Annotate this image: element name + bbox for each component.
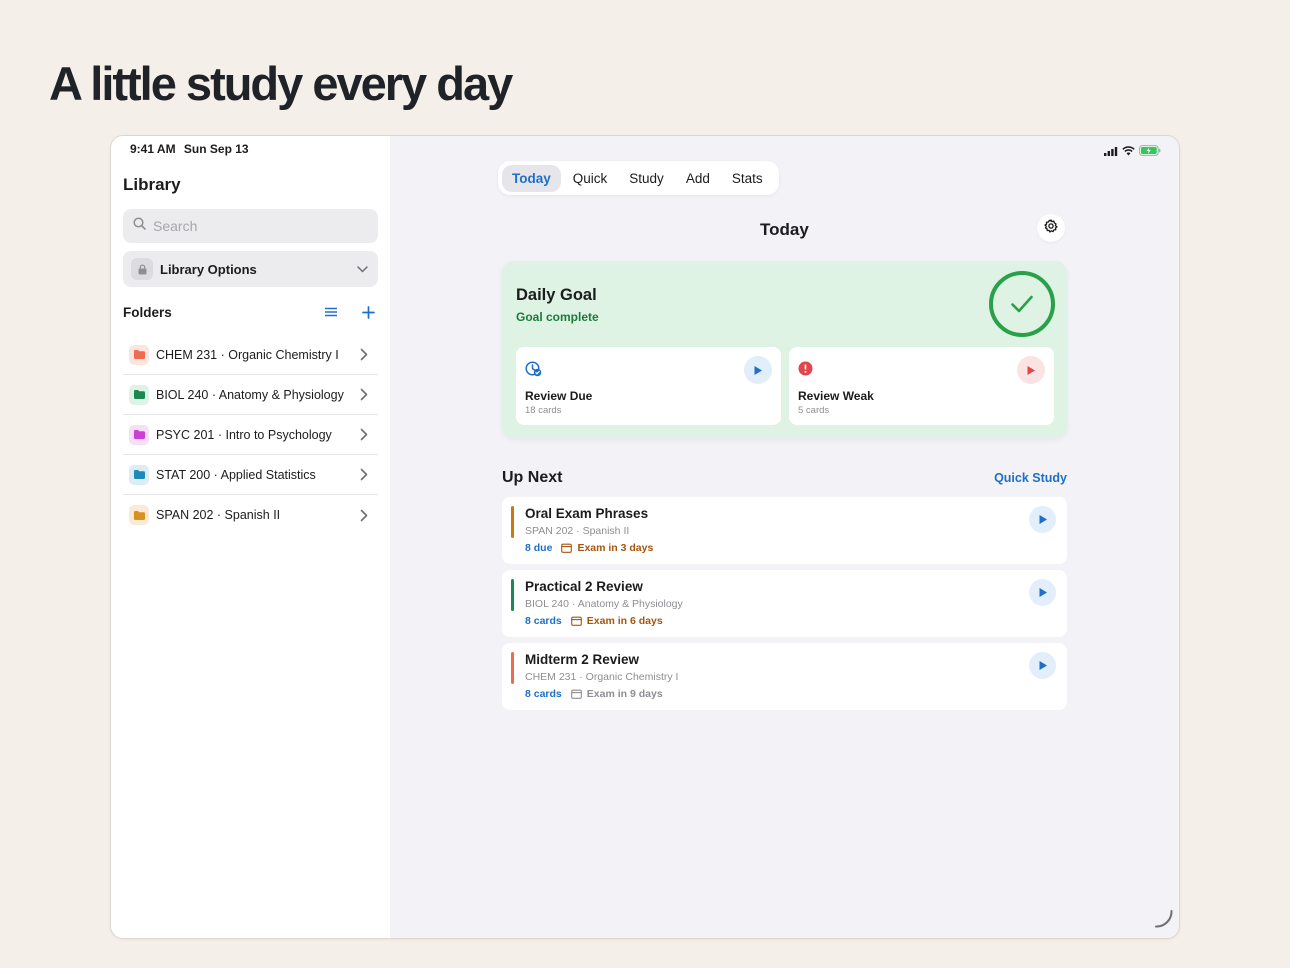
chevron-right-icon [354,388,368,401]
daily-goal-status: Goal complete [516,310,599,324]
library-options-label: Library Options [160,261,257,277]
folder-icon [129,505,149,525]
review-due-title: Review Due [525,389,593,403]
course-color-bar [511,652,514,684]
exam-countdown: Exam in 9 days [586,688,663,700]
study-set-card[interactable]: Midterm 2 Review CHEM 231 · Organic Chem… [502,643,1067,710]
search-field[interactable] [123,209,378,243]
list-icon[interactable] [321,302,341,322]
review-due-count: 18 cards [525,405,562,416]
play-button[interactable] [1029,652,1056,679]
course-color-bar [511,506,514,538]
folder-icon [129,384,149,405]
folder-name: BIOL 240 · Anatomy & Physiology [156,387,344,402]
lock-icon [131,258,153,280]
review-weak-card[interactable]: Review Weak 5 cards [789,347,1054,425]
sidebar: 9:41 AM Sun Sep 13 Library Library Optio… [111,136,390,938]
up-next-header: Up Next Quick Study [502,469,1067,487]
main-content: Today Quick Study Add Stats Today Daily … [390,136,1179,938]
folder-item[interactable]: STAT 200 · Applied Statistics [123,455,378,495]
course-color-bar [511,579,514,611]
study-set-title: Oral Exam Phrases [525,506,649,521]
page-headline: A little study every day [49,57,513,110]
exam-countdown: Exam in 3 days [577,542,654,554]
chevron-down-icon [357,260,368,278]
card-count: 8 cards [525,615,562,627]
study-set-course: CHEM 231 · Organic Chemistry I [525,671,679,683]
folder-name: SPAN 202 · Spanish II [156,508,281,522]
study-set-card[interactable]: Oral Exam Phrases SPAN 202 · Spanish II … [502,497,1067,564]
folder-item[interactable]: BIOL 240 · Anatomy & Physiology [123,375,378,415]
folder-name: CHEM 231 · Organic Chemistry I [156,347,339,362]
gear-icon [1044,218,1058,238]
page-title: Today [760,220,809,239]
study-set-title: Practical 2 Review [525,579,643,594]
tab-stats[interactable]: Stats [722,165,773,192]
review-due-card[interactable]: Review Due 18 cards [516,347,781,425]
battery-charging-icon [1139,143,1161,161]
folder-icon [129,464,149,485]
card-count: 8 cards [525,688,562,700]
folders-header: Folders [123,302,378,322]
study-set-meta: 8 cards Exam in 9 days [525,688,663,700]
alert-icon [798,361,813,381]
settings-button[interactable] [1037,214,1065,242]
review-due-icon [525,361,542,382]
review-weak-count: 5 cards [798,405,830,416]
review-weak-title: Review Weak [798,389,874,403]
tab-bar: Today Quick Study Add Stats [498,161,779,195]
tab-today[interactable]: Today [502,164,561,192]
chevron-right-icon [354,348,368,361]
folder-item[interactable]: SPAN 202 · Spanish II [123,495,378,535]
folder-icon [129,424,149,445]
search-icon [133,217,146,235]
play-review-weak-button[interactable] [1017,356,1045,384]
chevron-right-icon [354,428,368,441]
daily-goal-title: Daily Goal [516,286,597,304]
search-input[interactable] [153,218,353,234]
wifi-icon [1122,143,1135,161]
calendar-icon [570,689,582,699]
exam-countdown: Exam in 6 days [586,615,663,627]
study-set-title: Midterm 2 Review [525,652,640,667]
tab-add[interactable]: Add [676,165,720,192]
study-set-meta: 8 due Exam in 3 days [525,542,653,554]
status-time: 9:41 AM [130,142,176,156]
goal-complete-check-icon [989,271,1055,337]
card-count: 8 due [525,542,553,554]
chevron-right-icon [354,468,368,481]
chevron-right-icon [354,509,368,522]
daily-goal-card: Daily Goal Goal complete Review Due 18 c… [502,261,1067,438]
play-review-due-button[interactable] [744,356,772,384]
add-folder-icon[interactable] [358,302,378,322]
study-set-meta: 8 cards Exam in 6 days [525,615,663,627]
folder-name: PSYC 201 · Intro to Psychology [156,427,332,442]
quick-study-link[interactable]: Quick Study [994,471,1067,485]
up-next-label: Up Next [502,469,563,486]
tab-study[interactable]: Study [619,165,674,192]
folder-item[interactable]: CHEM 231 · Organic Chemistry I [123,335,378,375]
folder-item[interactable]: PSYC 201 · Intro to Psychology [123,415,378,455]
folder-name: STAT 200 · Applied Statistics [156,467,316,482]
ipad-frame: 9:41 AM Sun Sep 13 Library Library Optio… [111,136,1179,938]
calendar-icon [561,543,573,553]
tab-quick[interactable]: Quick [563,165,618,192]
study-set-course: BIOL 240 · Anatomy & Physiology [525,598,683,610]
study-set-course: SPAN 202 · Spanish II [525,525,630,537]
play-button[interactable] [1029,506,1056,533]
play-button[interactable] [1029,579,1056,606]
folders-label: Folders [123,304,172,320]
status-date: Sun Sep 13 [183,142,249,156]
status-bar-time: 9:41 AM Sun Sep 13 [130,142,254,156]
sidebar-title: Library [123,175,181,194]
study-set-card[interactable]: Practical 2 Review BIOL 240 · Anatomy & … [502,570,1067,637]
status-bar-icons [1104,143,1161,161]
resize-handle-icon[interactable] [1153,907,1175,934]
folder-icon [129,344,149,365]
cellular-signal-icon [1104,143,1118,161]
calendar-icon [570,616,582,626]
folder-list: CHEM 231 · Organic Chemistry I BIOL 240 … [123,335,378,535]
library-options-dropdown[interactable]: Library Options [123,251,378,287]
